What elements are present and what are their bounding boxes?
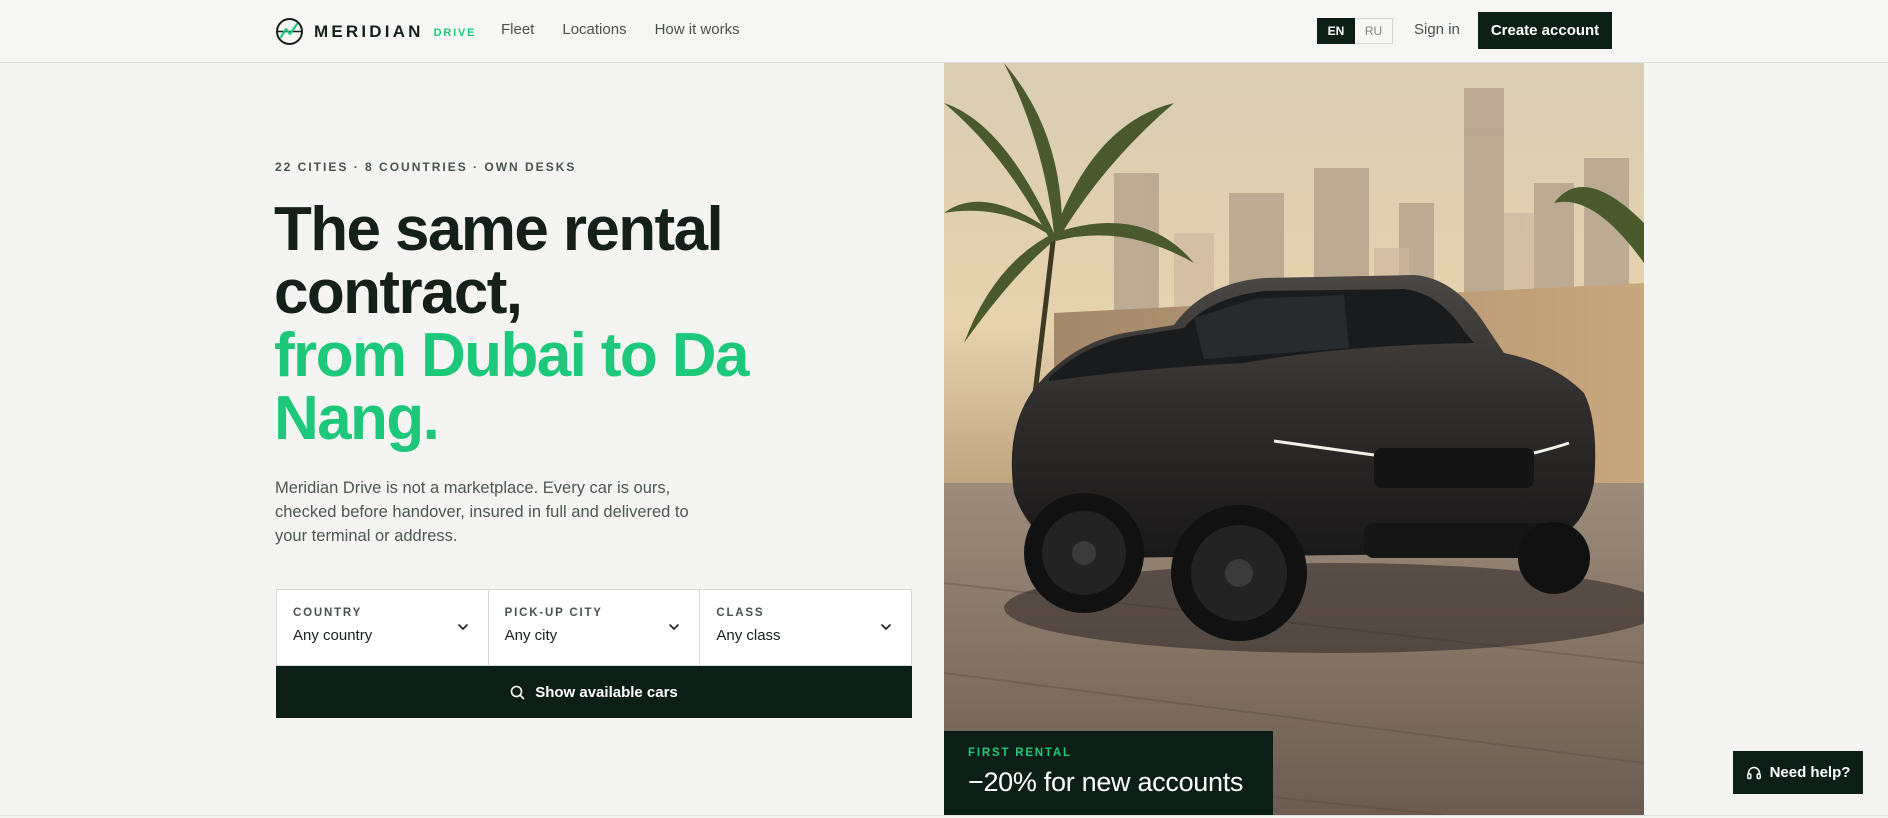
promo-text: −20% for new accounts — [968, 767, 1244, 797]
brand-name: MERIDIAN — [314, 21, 424, 41]
show-available-cars-button[interactable]: Show available cars — [276, 666, 912, 718]
field-label: CLASS — [716, 607, 765, 619]
language-switch: EN RU — [1317, 18, 1393, 44]
brand-sub: DRIVE — [433, 27, 477, 39]
promo-banner[interactable]: FIRST RENTAL −20% for new accounts — [944, 731, 1273, 815]
search-form: COUNTRY Any country PICK-UP CITY Any cit… — [276, 589, 912, 719]
nav-how-it-works[interactable]: How it works — [655, 21, 740, 38]
field-value: Any class — [716, 627, 781, 644]
search-icon — [510, 685, 525, 699]
class-select[interactable]: CLASS Any class — [700, 590, 911, 665]
create-account-button[interactable]: Create account — [1478, 12, 1612, 49]
search-button-label: Show available cars — [535, 683, 678, 701]
sign-in-link[interactable]: Sign in — [1414, 21, 1460, 38]
brand-logo[interactable]: MERIDIAN DRIVE — [275, 17, 476, 46]
field-label: COUNTRY — [293, 607, 363, 619]
lang-en-button[interactable]: EN — [1317, 18, 1355, 44]
headline-main: The same rental contract, — [274, 195, 724, 327]
field-value: Any country — [293, 627, 373, 644]
nav-locations[interactable]: Locations — [562, 21, 626, 38]
logo-mark-icon — [276, 18, 303, 45]
divider — [0, 815, 1888, 816]
suv-photo-illustration — [944, 63, 1644, 815]
headset-icon — [1746, 766, 1761, 779]
main-nav: Fleet Locations How it works — [501, 21, 740, 38]
help-label: Need help? — [1769, 764, 1851, 781]
chevron-down-icon — [457, 624, 468, 630]
hero-headline: The same rental contract, from Dubai to … — [274, 198, 834, 450]
headline-accent: from Dubai to Da Nang. — [274, 321, 749, 453]
chevron-down-icon — [669, 624, 680, 630]
hero-car-image — [944, 63, 1644, 815]
chevron-down-icon — [881, 624, 891, 630]
field-value: Any city — [504, 627, 558, 644]
search-fields: COUNTRY Any country PICK-UP CITY Any cit… — [276, 589, 912, 666]
country-select[interactable]: COUNTRY Any country — [277, 590, 489, 665]
promo-label: FIRST RENTAL — [968, 747, 1072, 759]
nav-fleet[interactable]: Fleet — [501, 21, 534, 38]
site-header: MERIDIAN DRIVE Fleet Locations How it wo… — [0, 0, 1888, 63]
lang-ru-button[interactable]: RU — [1355, 18, 1393, 44]
need-help-button[interactable]: Need help? — [1733, 751, 1863, 794]
hero-description: Meridian Drive is not a marketplace. Eve… — [275, 479, 689, 545]
hero-eyebrow: 22 CITIES · 8 COUNTRIES · OWN DESKS — [275, 160, 577, 174]
pickup-city-select[interactable]: PICK-UP CITY Any city — [489, 590, 701, 665]
field-label: PICK-UP CITY — [504, 607, 603, 619]
